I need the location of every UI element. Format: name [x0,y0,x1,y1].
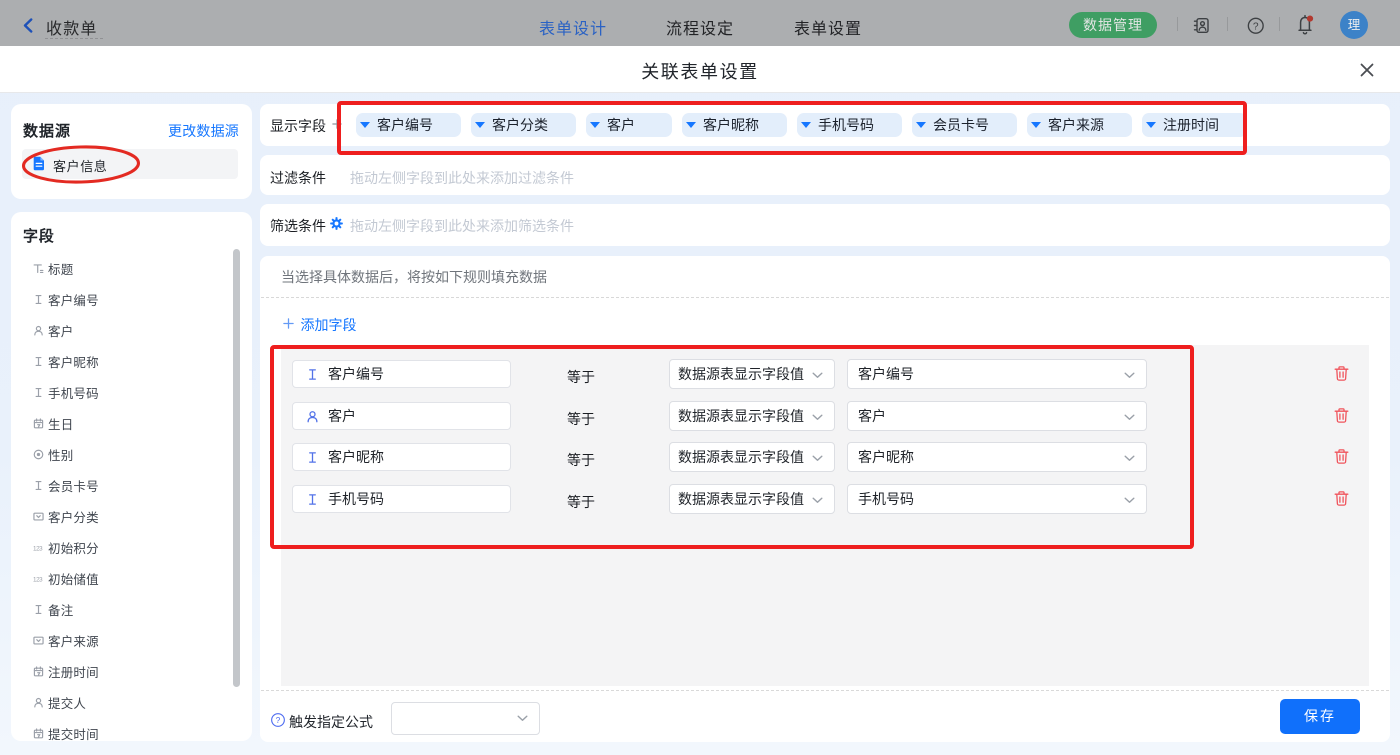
svg-text:?: ? [276,715,281,725]
svg-text:?: ? [1253,21,1259,32]
svg-text:123: 123 [33,545,43,552]
svg-text:123: 123 [33,576,43,583]
